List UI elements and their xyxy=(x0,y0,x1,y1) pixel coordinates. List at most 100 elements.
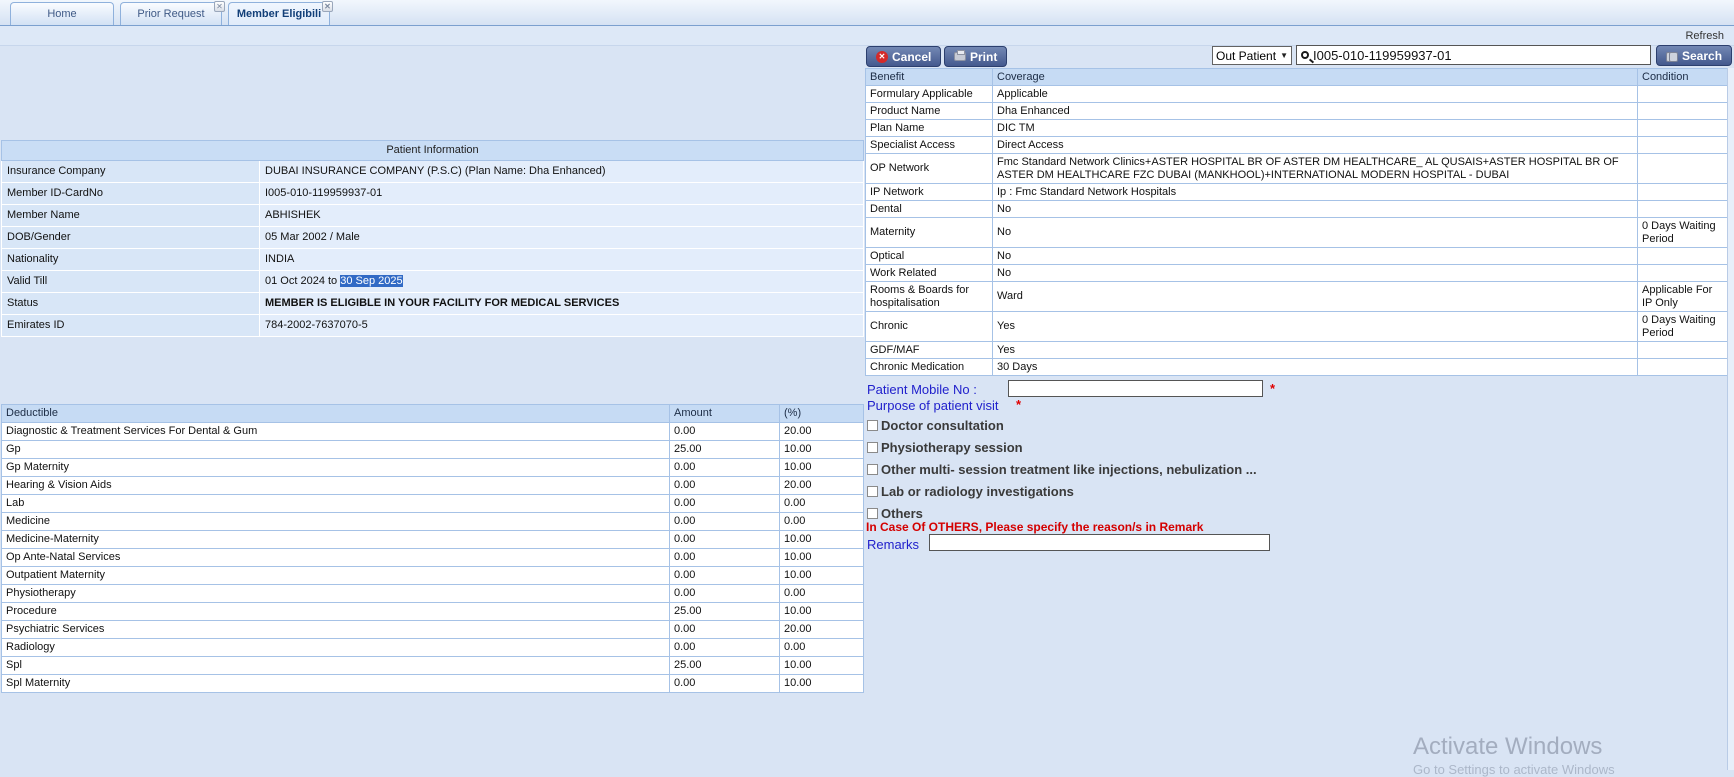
coverage-cell: Direct Access xyxy=(992,136,1638,154)
table-row: Gp Maternity 0.00 10.00 xyxy=(1,458,864,477)
required-asterisk: * xyxy=(1270,381,1276,396)
amount-cell: 0.00 xyxy=(669,638,780,657)
table-row: Op Ante-Natal Services 0.00 10.00 xyxy=(1,548,864,567)
table-row: Psychiatric Services 0.00 20.00 xyxy=(1,620,864,639)
table-row: Emirates ID 784-2002-7637070-5 xyxy=(1,314,864,337)
amount-cell: 0.00 xyxy=(669,584,780,603)
table-row: Lab 0.00 0.00 xyxy=(1,494,864,513)
coverage-cell: 30 Days xyxy=(992,358,1638,376)
activate-windows-watermark: Activate Windows xyxy=(1413,733,1603,760)
patient-type-selected-value: Out Patient xyxy=(1216,48,1277,63)
checkbox-icon[interactable] xyxy=(867,463,878,475)
purpose-options-list: Doctor consultation Physiotherapy session… xyxy=(867,414,1387,524)
coverage-cell: Yes xyxy=(992,341,1638,359)
checkbox-icon[interactable] xyxy=(867,441,878,453)
member-search-value: I005-010-119959937-01 xyxy=(1313,47,1452,63)
purpose-option[interactable]: Other multi- session treatment like inje… xyxy=(867,458,1387,480)
field-label: Status xyxy=(1,292,260,315)
deductible-column-header: Deductible xyxy=(1,404,670,423)
amount-column-header: Amount xyxy=(669,404,780,423)
checkbox-icon[interactable] xyxy=(867,507,878,519)
table-row: Chronic Medication 30 Days xyxy=(865,358,1728,376)
table-row: Rooms & Boards for hospitalisation Ward Ap… xyxy=(865,281,1728,312)
purpose-option[interactable]: Lab or radiology investigations xyxy=(867,480,1387,502)
amount-cell: 0.00 xyxy=(669,512,780,531)
purpose-option[interactable]: Doctor consultation xyxy=(867,414,1387,436)
table-row: Status MEMBER IS ELIGIBLE IN YOUR FACILI… xyxy=(1,292,864,315)
patient-information-table: Patient Information Insurance Company DU… xyxy=(1,140,864,337)
required-asterisk: * xyxy=(1016,397,1022,412)
condition-cell xyxy=(1637,264,1728,282)
deductible-name-cell: Psychiatric Services xyxy=(1,620,670,639)
condition-cell xyxy=(1637,85,1728,103)
close-icon[interactable]: ✕ xyxy=(214,1,225,12)
remarks-input[interactable] xyxy=(929,534,1270,551)
deductible-name-cell: Lab xyxy=(1,494,670,513)
coverage-cell: DIC TM xyxy=(992,119,1638,137)
table-row: Medicine-Maternity 0.00 10.00 xyxy=(1,530,864,549)
benefit-name-cell: Dental xyxy=(865,200,993,218)
percent-cell: 10.00 xyxy=(779,548,864,567)
coverage-cell: Applicable xyxy=(992,85,1638,103)
table-row: Gp 25.00 10.00 xyxy=(1,440,864,459)
deductible-name-cell: Medicine-Maternity xyxy=(1,530,670,549)
table-row: GDF/MAF Yes xyxy=(865,341,1728,359)
valid-till-selected-text: 30 Sep 2025 xyxy=(340,275,403,287)
percent-cell: 0.00 xyxy=(779,512,864,531)
sub-toolbar: Refresh xyxy=(0,26,1734,46)
member-search-input[interactable]: I005-010-119959937-01 xyxy=(1296,45,1651,65)
print-button[interactable]: Print xyxy=(944,46,1008,67)
table-row: DOB/Gender 05 Mar 2002 / Male xyxy=(1,226,864,249)
remarks-label: Remarks xyxy=(867,537,920,552)
deductible-name-cell: Spl xyxy=(1,656,670,675)
field-label: DOB/Gender xyxy=(1,226,260,249)
coverage-cell: No xyxy=(992,217,1638,248)
amount-cell: 0.00 xyxy=(669,422,780,441)
scrollbar-track[interactable] xyxy=(1727,68,1734,770)
percent-cell: 0.00 xyxy=(779,494,864,513)
percent-cell: 0.00 xyxy=(779,584,864,603)
coverage-cell: No xyxy=(992,200,1638,218)
coverage-cell: No xyxy=(992,264,1638,282)
coverage-cell: Yes xyxy=(992,311,1638,342)
percent-cell: 10.00 xyxy=(779,656,864,675)
percent-cell: 10.00 xyxy=(779,566,864,585)
field-label: Member Name xyxy=(1,204,260,227)
nationality-value: INDIA xyxy=(259,248,864,271)
amount-cell: 0.00 xyxy=(669,674,780,693)
deductible-name-cell: Hearing & Vision Aids xyxy=(1,476,670,495)
patient-mobile-input[interactable] xyxy=(1008,380,1263,397)
purpose-option-label: Doctor consultation xyxy=(881,417,1004,433)
others-instruction-note: In Case Of OTHERS, Please specify the re… xyxy=(866,520,1204,534)
cancel-button[interactable]: ✕ Cancel xyxy=(866,46,942,67)
cancel-button-label: Cancel xyxy=(892,49,932,64)
table-row: Maternity No 0 Days Waiting Period xyxy=(865,217,1728,248)
coverage-column-header: Coverage xyxy=(992,68,1638,86)
amount-cell: 25.00 xyxy=(669,656,780,675)
tab-member-eligibility-label: Member Eligibili xyxy=(236,8,322,20)
checkbox-icon[interactable] xyxy=(867,419,878,431)
deductible-name-cell: Procedure xyxy=(1,602,670,621)
benefit-name-cell: Formulary Applicable xyxy=(865,85,993,103)
benefit-name-cell: Chronic xyxy=(865,311,993,342)
benefit-name-cell: Product Name xyxy=(865,102,993,120)
amount-cell: 0.00 xyxy=(669,458,780,477)
refresh-link[interactable]: Refresh xyxy=(1685,30,1724,42)
patient-type-select[interactable]: Out Patient ▼ xyxy=(1212,46,1292,65)
condition-cell xyxy=(1637,153,1728,184)
close-icon[interactable]: ✕ xyxy=(322,1,333,12)
checkbox-icon[interactable] xyxy=(867,485,878,497)
field-label: Nationality xyxy=(1,248,260,271)
purpose-option-label: Other multi- session treatment like inje… xyxy=(881,461,1257,477)
insurance-company-value: DUBAI INSURANCE COMPANY (P.S.C) (Plan Na… xyxy=(259,160,864,183)
field-label: Insurance Company xyxy=(1,160,260,183)
amount-cell: 25.00 xyxy=(669,440,780,459)
tab-member-eligibility[interactable]: Member Eligibili ✕ xyxy=(228,1,333,25)
benefit-name-cell: Specialist Access xyxy=(865,136,993,154)
tab-prior-request[interactable]: Prior Request ✕ xyxy=(120,1,225,25)
tab-home[interactable]: Home xyxy=(10,2,114,25)
coverage-cell: Ward xyxy=(992,281,1638,312)
search-button[interactable]: Search xyxy=(1656,45,1733,66)
member-eligibility-screen: Home Prior Request ✕ Member Eligibili ✕ … xyxy=(0,0,1734,777)
purpose-option[interactable]: Physiotherapy session xyxy=(867,436,1387,458)
